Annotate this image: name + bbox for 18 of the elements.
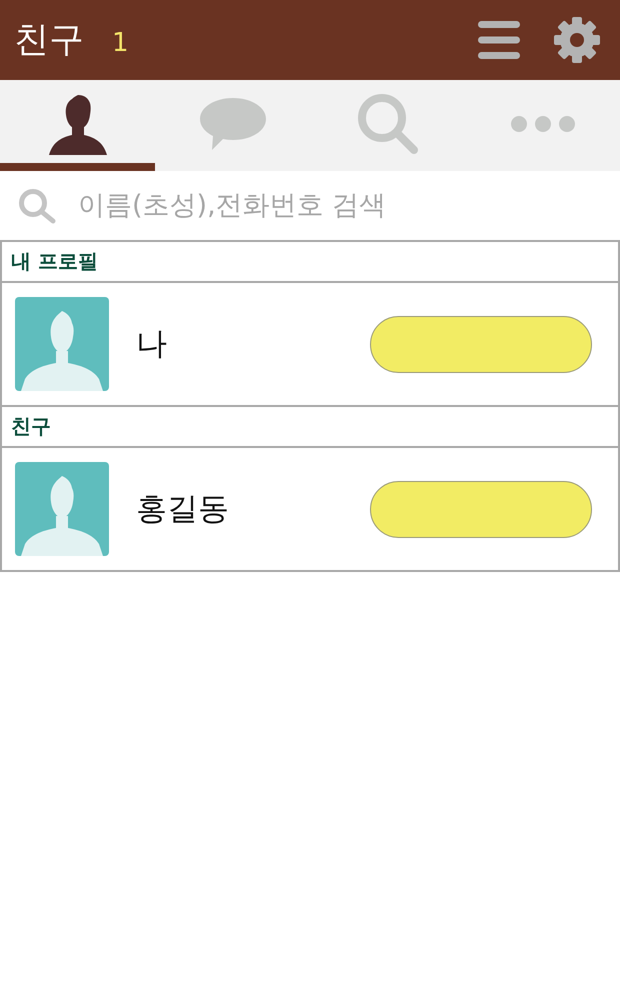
friend-count: 1 (112, 30, 129, 56)
speech-bubble-icon (200, 98, 266, 150)
search-icon (18, 188, 56, 224)
friend-row[interactable]: 나 (0, 283, 620, 407)
search-field[interactable]: 이름(초성),전화번호 검색 (78, 190, 578, 221)
more-dots-icon (510, 114, 576, 132)
section-header: 친구 (0, 407, 620, 448)
avatar-icon (15, 462, 109, 556)
section-header: 내 프로필 (0, 242, 620, 283)
header-title: 친구 (14, 22, 84, 58)
menu-icon[interactable] (478, 21, 520, 59)
avatar-icon (15, 297, 109, 391)
friend-name: 홍길동 (136, 490, 229, 529)
settings-icon[interactable] (554, 17, 600, 63)
person-icon (46, 92, 108, 154)
search-icon (356, 92, 418, 154)
friend-row[interactable]: 홍길동 (0, 448, 620, 572)
friend-name: 나 (136, 325, 167, 364)
